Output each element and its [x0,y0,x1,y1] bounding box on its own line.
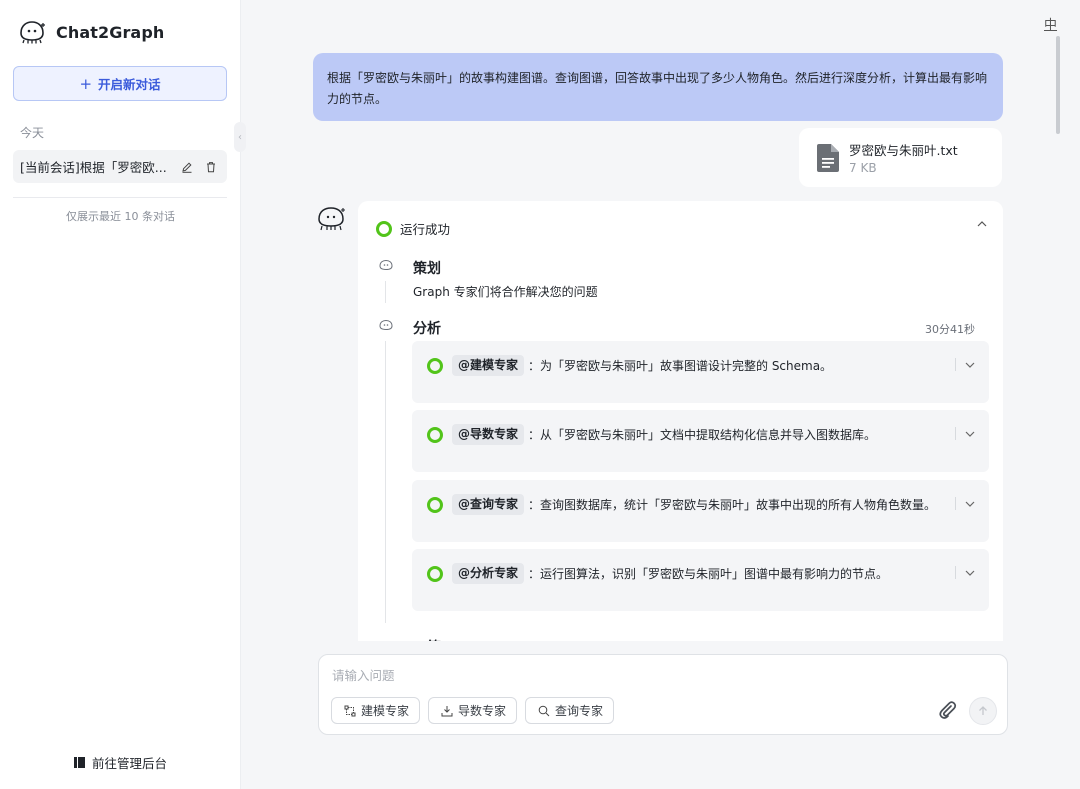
success-ring-icon [427,566,443,582]
step-analysis-duration: 30分41秒 [925,323,975,336]
step-connector [385,341,386,623]
chevron-left-icon: ‹ [238,131,242,143]
sidebar: Chat2Graph + 开启新对话 今天 [当前会话]根据「罗密欧... 仅展… [0,0,241,789]
import-icon [441,705,453,716]
composer: 建模专家 导数专家 查询专家 [318,654,1008,735]
divider [955,427,956,440]
delete-icon[interactable] [203,159,219,175]
query-expert-chip[interactable]: 查询专家 [525,697,615,724]
paperclip-icon[interactable] [936,699,958,721]
task-description: ：运行图算法，识别「罗密欧与朱丽叶」图谱中最有影响力的节点。 [528,567,889,581]
planning-step-icon [379,259,393,271]
attachment-size: 7 KB [849,161,877,175]
question-input[interactable] [332,664,932,686]
conversation-group-label: 今天 [20,126,45,140]
new-chat-button[interactable]: + 开启新对话 [13,66,227,101]
task-card-import[interactable]: @导数专家 ：从「罗密欧与朱丽叶」文档中提取结构化信息并导入图数据库。 [412,410,989,472]
success-ring-icon [427,427,443,443]
expert-tag: @导数专家 [452,424,525,445]
sidebar-divider [13,197,227,198]
step-analysis-title: 分析 [413,321,441,337]
chip-label: 导数专家 [458,704,507,718]
conversation-title: [当前会话]根据「罗密欧... [20,160,167,175]
arrow-up-icon [979,706,987,715]
new-chat-label: 开启新对话 [98,77,161,92]
admin-icon [73,757,85,768]
chat2graph-logo-icon [20,21,45,44]
brand: Chat2Graph [18,20,164,44]
chevron-down-icon[interactable] [964,359,976,371]
analysis-step-icon [379,319,393,331]
chip-label: 建模专家 [361,704,410,718]
chip-label: 查询专家 [555,704,604,718]
send-button[interactable] [969,697,997,725]
search-icon [538,705,550,716]
run-status: 运行成功 [376,219,450,238]
plus-icon: + [79,74,93,93]
expert-tag: @建模专家 [452,355,525,376]
task-card-analysis[interactable]: @分析专家 ：运行图算法，识别「罗密欧与朱丽叶」图谱中最有影响力的节点。 [412,549,989,611]
chevron-down-icon[interactable] [964,498,976,510]
language-toggle[interactable]: 中 [1044,14,1057,33]
task-description: ：查询图数据库，统计「罗密欧与朱丽叶」故事中出现的所有人物角色数量。 [528,498,937,512]
app-title: Chat2Graph [56,22,165,42]
answer-card: 运行成功 策划 Graph 专家们将合作解决您的问题 分析 30分41秒 @建模… [358,201,1003,641]
modeling-expert-chip[interactable]: 建模专家 [331,697,421,724]
chevron-down-icon[interactable] [964,567,976,579]
step-planning-description: Graph 专家们将合作解决您的问题 [413,285,598,299]
step-planning-title: 策划 [413,261,441,277]
sidebar-collapse-handle[interactable]: ‹ [234,122,246,152]
divider [955,497,956,510]
scrollbar-thumb[interactable] [1056,36,1060,134]
step-connector [385,281,386,303]
success-ring-icon [376,220,392,237]
step-answer-title: 二答 [413,637,441,641]
conversation-item[interactable]: [当前会话]根据「罗密欧... [13,150,227,183]
task-description: ：为「罗密欧与朱丽叶」故事图谱设计完整的 Schema。 [528,359,833,373]
divider [955,358,956,371]
success-ring-icon [427,497,443,513]
task-card-modeling[interactable]: @建模专家 ：为「罗密欧与朱丽叶」故事图谱设计完整的 Schema。 [412,341,989,403]
document-icon [817,143,839,172]
admin-link-label: 前往管理后台 [91,756,167,771]
chevron-down-icon[interactable] [964,428,976,440]
success-ring-icon [427,358,443,374]
edit-icon[interactable] [179,159,195,175]
task-description: ：从「罗密欧与朱丽叶」文档中提取结构化信息并导入图数据库。 [528,428,877,442]
import-expert-chip[interactable]: 导数专家 [428,697,518,724]
expert-tag: @分析专家 [452,563,525,584]
run-status-label: 运行成功 [400,222,451,237]
admin-console-link[interactable]: 前往管理后台 [0,753,241,772]
bot-avatar-icon [318,207,345,231]
history-limit-note: 仅展示最近 10 条对话 [66,210,175,223]
modeling-icon [344,705,356,716]
attachment-card[interactable]: 罗密欧与朱丽叶.txt 7 KB [799,128,1002,187]
task-card-query[interactable]: @查询专家 ：查询图数据库，统计「罗密欧与朱丽叶」故事中出现的所有人物角色数量。 [412,480,989,542]
divider [955,566,956,579]
user-message: 根据「罗密欧与朱丽叶」的故事构建图谱。查询图谱，回答故事中出现了多少人物角色。然… [313,53,1003,121]
attachment-name: 罗密欧与朱丽叶.txt [849,143,958,158]
expert-tag: @查询专家 [452,494,525,515]
chevron-up-icon[interactable] [975,217,989,231]
